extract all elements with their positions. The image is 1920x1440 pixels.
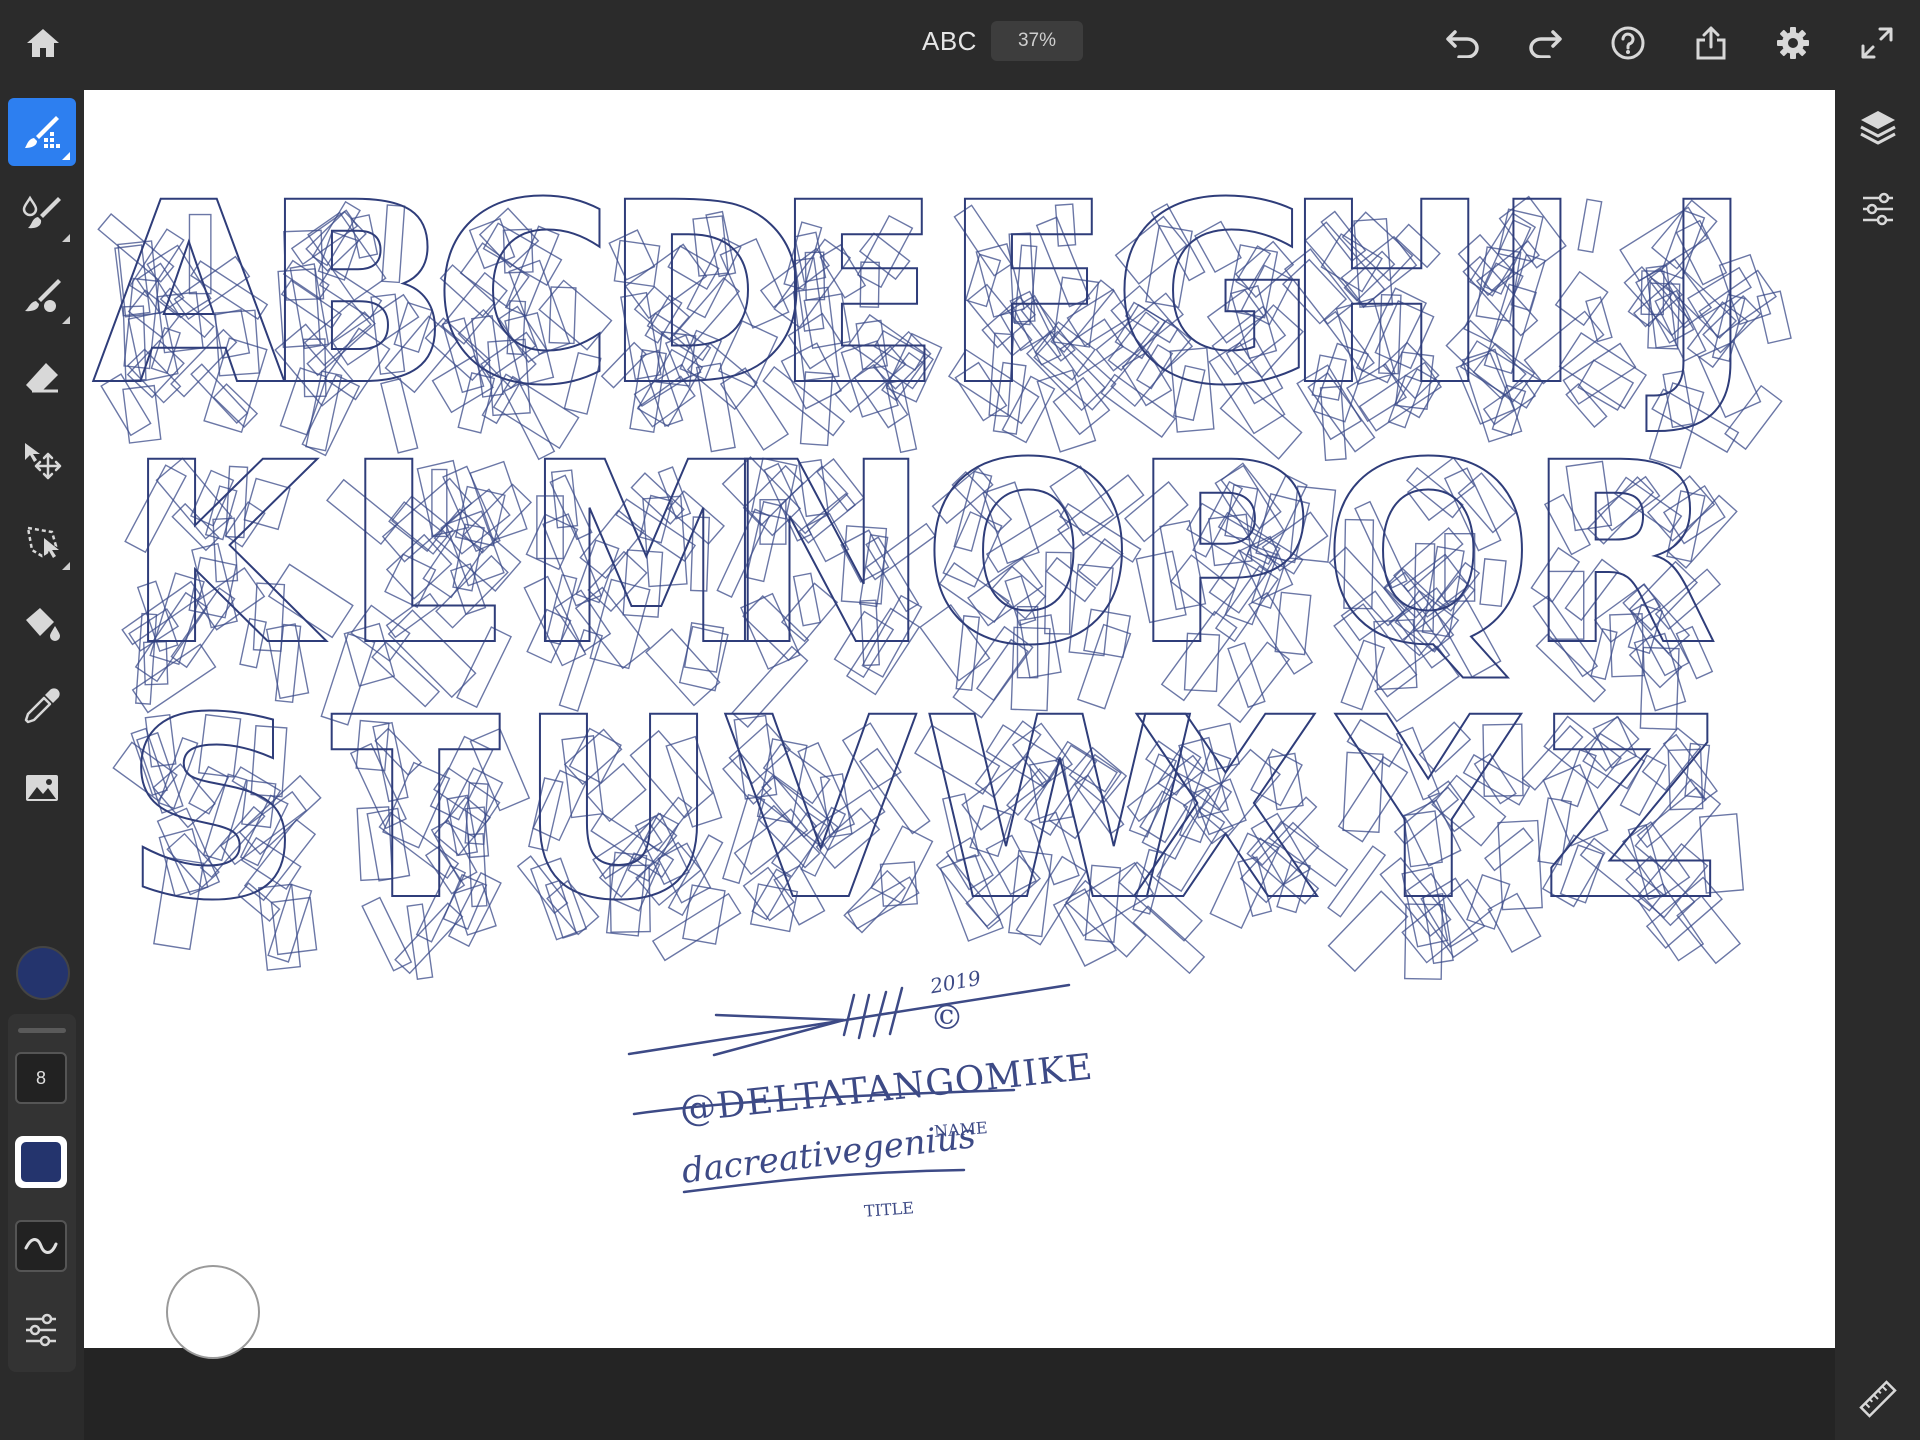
- signature-title-label: TITLE: [863, 1198, 915, 1221]
- signature-copyright: ©: [930, 998, 964, 1038]
- pixel-brush-icon: [25, 279, 61, 312]
- share-icon: [1696, 26, 1726, 60]
- zoom-level[interactable]: 37%: [991, 21, 1083, 61]
- lasso-icon: [26, 526, 59, 558]
- brush-settings-panel: 8: [8, 1014, 76, 1372]
- adjustments-icon: [1863, 192, 1893, 226]
- undo-button[interactable]: [1440, 20, 1486, 66]
- eraser-tool[interactable]: [8, 344, 76, 412]
- fullscreen-button[interactable]: [1854, 20, 1900, 66]
- layers-icon: [1860, 111, 1896, 145]
- redo-icon: [1529, 30, 1562, 58]
- image-tool[interactable]: [8, 754, 76, 822]
- pixel-brush-tool[interactable]: [8, 262, 76, 330]
- brush-tool[interactable]: [8, 98, 76, 166]
- fullscreen-icon: [1861, 27, 1893, 59]
- settings-icon: [1777, 27, 1809, 59]
- brush-settings-button[interactable]: [15, 1304, 67, 1356]
- canvas-bottom-area: [84, 1348, 1835, 1440]
- brush-size[interactable]: 8: [15, 1052, 67, 1104]
- top-bar: ABC 37%: [0, 0, 1920, 84]
- drawing-canvas[interactable]: ABCDEFGHIJKLMNOPQRSTUVWXYZ 2019 © @DELTA…: [84, 90, 1835, 1348]
- fill-tool[interactable]: [8, 590, 76, 658]
- watercolor-brush-icon: [22, 195, 61, 229]
- color-swatch-fill: [21, 1142, 61, 1182]
- redo-button[interactable]: [1522, 20, 1568, 66]
- touch-shortcut[interactable]: [166, 1265, 260, 1359]
- color-swatch[interactable]: [15, 1136, 67, 1188]
- signature-mark: [627, 983, 1071, 1194]
- watercolor-tool[interactable]: [8, 180, 76, 248]
- eyedropper-tool[interactable]: [8, 672, 76, 740]
- selection-tool[interactable]: [8, 508, 76, 576]
- undo-icon: [1446, 30, 1479, 58]
- smoothing-button[interactable]: [15, 1220, 67, 1272]
- share-button[interactable]: [1688, 20, 1734, 66]
- fill-icon: [26, 608, 60, 641]
- right-bar: [1835, 84, 1920, 1440]
- panel-handle[interactable]: [18, 1028, 66, 1033]
- image-icon: [26, 775, 58, 801]
- current-color[interactable]: [16, 946, 70, 1000]
- home-icon: [27, 29, 59, 57]
- eraser-icon: [26, 363, 58, 393]
- ruler-button[interactable]: [1853, 1374, 1903, 1424]
- brush-grid-icon: [25, 116, 60, 148]
- ruler-icon: [1859, 1380, 1897, 1418]
- settings-button[interactable]: [1770, 20, 1816, 66]
- layers-button[interactable]: [1853, 102, 1903, 152]
- home-button[interactable]: [20, 20, 66, 66]
- document-title[interactable]: ABC: [922, 26, 977, 57]
- help-button[interactable]: [1605, 20, 1651, 66]
- smoothing-icon: [24, 1238, 58, 1254]
- tool-bar: 8: [0, 84, 84, 1440]
- sliders-icon: [26, 1313, 56, 1347]
- transform-tool[interactable]: [8, 426, 76, 494]
- adjustments-button[interactable]: [1853, 184, 1903, 234]
- eyedropper-icon: [24, 688, 60, 724]
- transform-icon: [25, 443, 62, 480]
- help-icon: [1611, 26, 1645, 60]
